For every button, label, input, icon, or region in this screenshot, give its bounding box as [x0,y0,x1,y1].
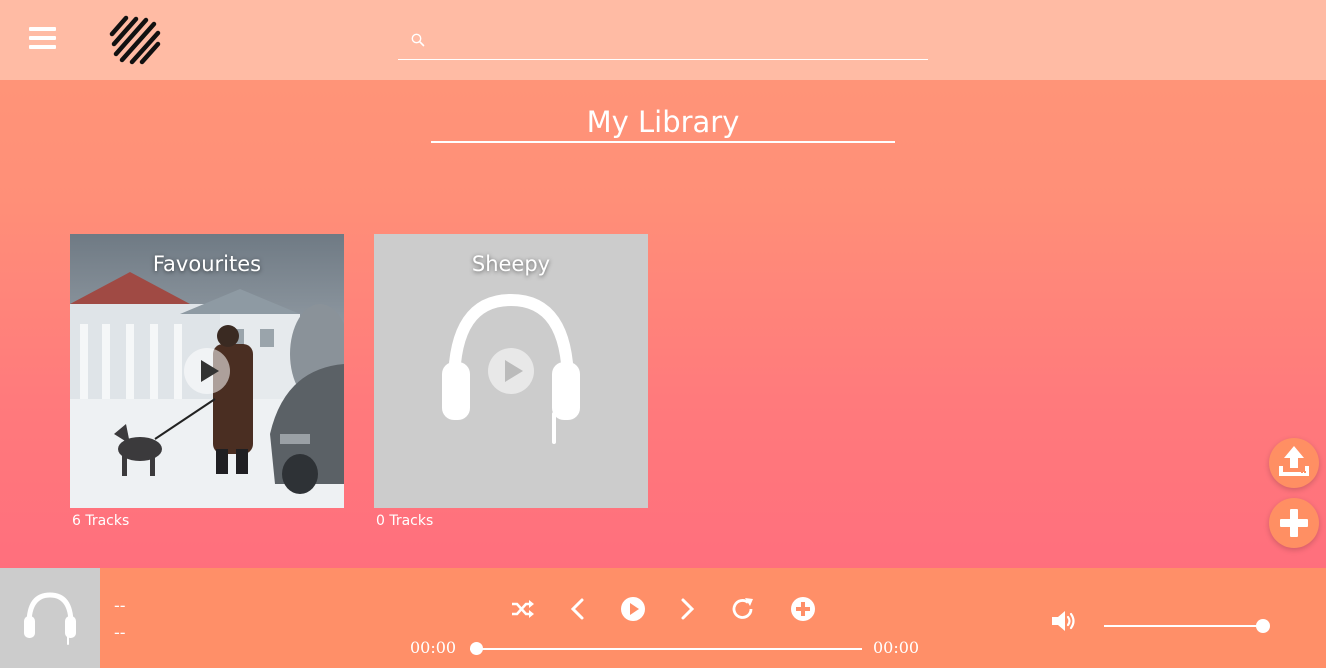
app-logo[interactable] [108,14,162,68]
now-playing-artwork [0,568,100,668]
play-circle-icon[interactable] [184,348,230,394]
previous-icon[interactable] [565,596,591,622]
track-title: -- [114,596,126,615]
playlist-title: Favourites [152,252,262,276]
playlist-artwork[interactable]: Favourites [70,234,344,508]
playlist-card-favourites[interactable]: Favourites 6 Tracks [70,234,344,529]
total-time: 00:00 [873,638,920,657]
add-circle-icon[interactable] [790,596,816,622]
top-bar [0,0,1326,80]
shuffle-icon[interactable] [509,596,535,622]
current-time: 00:00 [410,638,457,657]
playlist-card-sheepy[interactable]: Sheepy 0 Tracks [374,234,648,529]
play-icon[interactable] [620,596,646,622]
search-icon [411,33,425,47]
headphones-icon [24,592,76,645]
progress-handle[interactable] [470,642,483,655]
page-title-container: My Library [431,102,895,143]
playlist-artwork[interactable]: Sheepy [374,234,648,508]
play-circle-icon[interactable] [488,348,534,394]
search-input[interactable] [434,28,924,58]
plus-icon [1280,509,1308,537]
repeat-icon[interactable] [730,596,756,622]
track-count: 6 Tracks [72,513,130,529]
search-bar [398,28,928,60]
upload-icon [1279,446,1309,476]
next-icon[interactable] [674,596,700,622]
volume-handle[interactable] [1256,619,1270,633]
track-count: 0 Tracks [376,513,434,529]
volume-slider[interactable] [1104,619,1270,633]
progress-slider[interactable] [470,642,862,655]
playlist-title: Sheepy [471,252,551,276]
volume-icon[interactable] [1050,609,1080,633]
add-playlist-button[interactable] [1269,498,1319,548]
upload-button[interactable] [1269,438,1319,488]
page-title: My Library [586,105,740,139]
hamburger-menu-icon[interactable] [29,27,56,53]
player-bar: -- -- 00:00 00:00 [0,568,1326,668]
track-artist: -- [114,623,126,642]
